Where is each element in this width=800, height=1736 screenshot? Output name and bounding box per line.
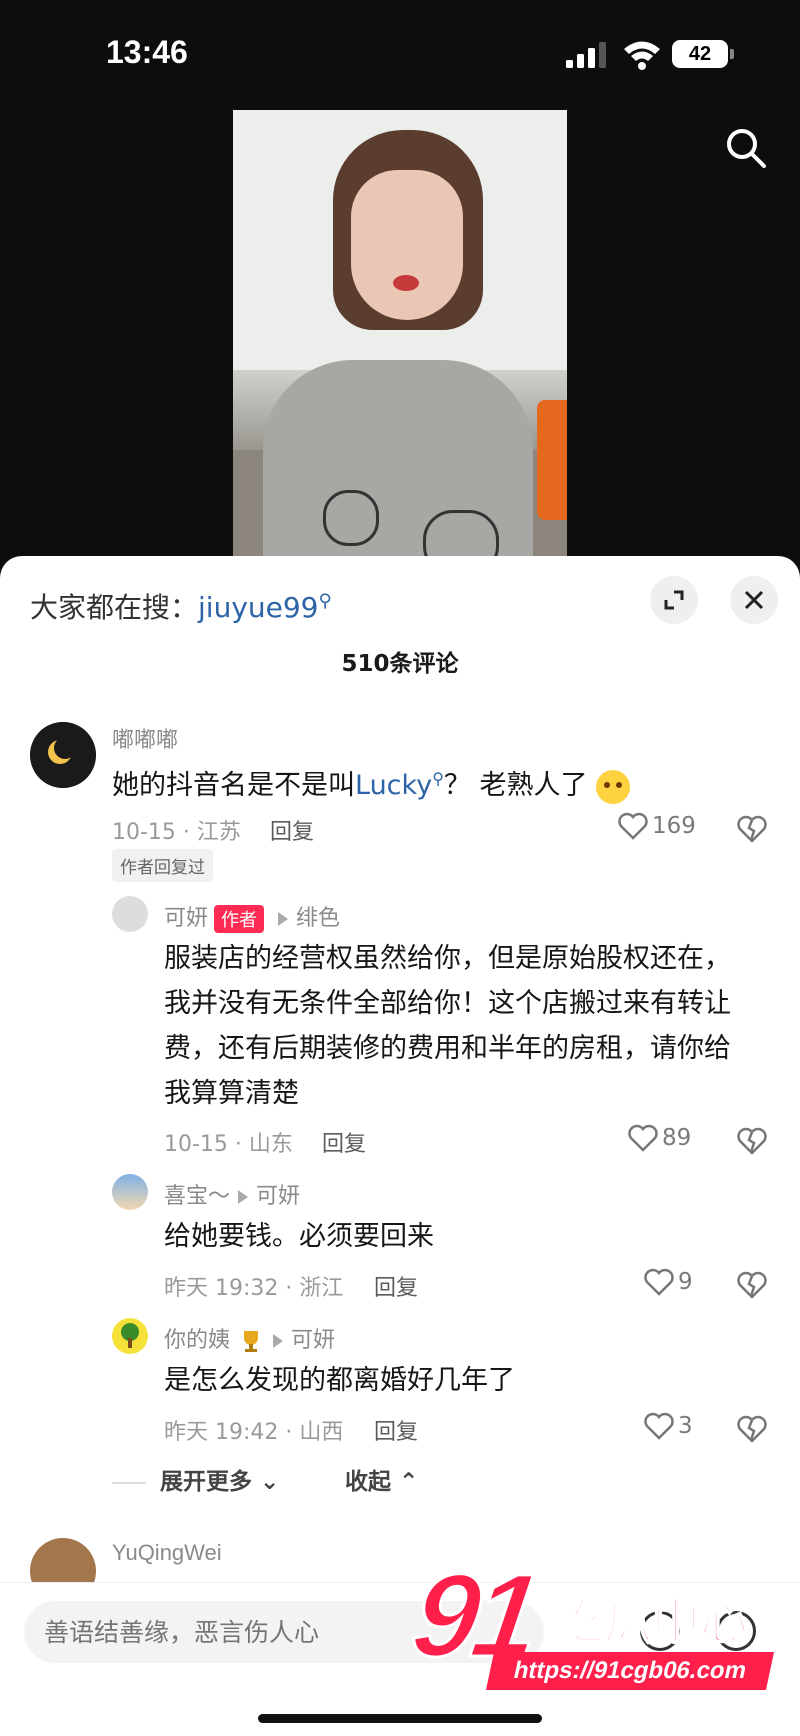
collapse-label: 收起 [345,1469,391,1495]
search-icon[interactable] [724,126,768,170]
like-button[interactable]: 3 [644,1412,693,1440]
reply-meta: 昨天 19:42 · 山西 [164,1420,344,1445]
reply-button[interactable]: 回复 [374,1414,418,1446]
avatar[interactable] [112,1174,148,1210]
comment-text-part: 她的抖音名是不是叫 [112,770,355,801]
author-badge: 作者 [214,905,265,933]
collapse-button[interactable]: 收起 ⌃ [345,1462,418,1496]
expand-icon [664,590,684,610]
broken-heart-icon[interactable] [737,1414,767,1444]
expand-button[interactable] [650,576,698,624]
comment-text: 她的抖音名是不是叫Lucky⚲？ 老熟人了 [112,756,631,808]
avatar[interactable] [112,896,148,932]
like-button[interactable]: 169 [618,812,696,840]
wifi-icon [624,41,660,70]
comment-username[interactable]: YuQingWei [112,1540,222,1566]
cellular-signal-icon [566,42,606,68]
reply-target-user[interactable]: 绯色 [296,906,340,931]
avatar[interactable] [112,1318,148,1354]
expand-more-button[interactable]: 展开更多 ⌄ [112,1462,279,1496]
avatar[interactable] [30,722,96,788]
divider [112,1481,146,1484]
heart-icon [644,1268,674,1296]
tree-avatar-icon [121,1323,139,1348]
battery-indicator: 42 [672,40,734,68]
trophy-icon [244,1331,259,1352]
heart-icon [628,1124,658,1152]
reply-text-line: 费，还有后期装修的费用和半年的房租，请你给 [164,1033,731,1064]
heart-icon [618,812,648,840]
reply-target-user[interactable]: 可妍 [256,1184,300,1209]
like-button[interactable]: 89 [628,1124,691,1152]
reply-username[interactable]: 喜宝～ [164,1184,230,1209]
video-person-lips [393,275,419,291]
home-indicator [258,1714,542,1723]
reply-username[interactable]: 可妍 [164,906,208,931]
comment-sheet: 大家都在搜：jiuyue99⚲ 510条评论 嘟嘟嘟 她的抖音名是不是叫Luck… [0,556,800,1735]
reply-text-line: 我并没有无条件全部给你！这个店搬过来有转让 [164,988,731,1019]
like-count: 3 [678,1413,693,1439]
chevron-down-icon: ⌄ [260,1469,280,1495]
reply-text: 给她要钱。必须要回来 [164,1221,434,1252]
expand-more-label: 展开更多 [160,1469,252,1495]
tearful-smile-emoji-icon [596,769,631,804]
reply-arrow-icon [273,1334,284,1348]
reply-username-line: 你的姨 可妍 [164,1322,335,1355]
like-count: 89 [662,1125,692,1151]
trending-search[interactable]: 大家都在搜：jiuyue99⚲ [30,586,332,626]
reply-arrow-icon [278,912,289,926]
heart-icon [644,1412,674,1440]
reply-arrow-icon [238,1190,249,1204]
comment-meta: 10-15 · 江苏 [112,820,241,845]
reply-username[interactable]: 你的姨 [164,1328,230,1353]
close-button[interactable] [730,576,778,624]
watermark-url: https://91cgb06.com [485,1652,775,1690]
status-bar: 13:46 42 [0,0,800,100]
reply-button[interactable]: 回复 [374,1270,418,1302]
author-replied-tag: 作者回复过 [112,849,213,882]
keyword-search-icon: ⚲ [432,769,444,788]
comment-count: 510条评论 [341,651,459,677]
video-cushion [537,400,567,520]
video-player[interactable] [233,110,567,560]
reply-button[interactable]: 回复 [270,814,314,846]
reply-button[interactable]: 回复 [322,1126,366,1158]
video-shirt-print [423,510,499,560]
trending-search-keyword[interactable]: jiuyue99 [198,591,318,624]
reply-meta: 昨天 19:32 · 浙江 [164,1276,344,1301]
comment-text-part: ？ 老熟人了 [443,770,588,801]
reply-meta: 10-15 · 山东 [164,1132,293,1157]
video-person-face [351,170,463,320]
broken-heart-icon[interactable] [737,1270,767,1300]
like-count: 169 [652,813,696,839]
keyword-search-icon: ⚲ [318,590,332,612]
reply-text: 是怎么发现的都离婚好几年了 [164,1365,515,1396]
reply-username-line: 可妍 作者 绯色 [164,900,340,933]
watermark-name: 吃瓜中心 [555,1593,749,1651]
reply-username-line: 喜宝～ 可妍 [164,1178,300,1210]
like-button[interactable]: 9 [644,1268,693,1296]
trending-search-prefix: 大家都在搜： [30,591,199,624]
video-shirt-print-2 [323,490,379,546]
reply-text: 服装店的经营权虽然给你，但是原始股权还在， 我并没有无条件全部给你！这个店搬过来… [164,936,731,1116]
close-icon [744,590,764,610]
comment-username[interactable]: 嘟嘟嘟 [112,722,178,754]
reply-target-user[interactable]: 可妍 [291,1328,335,1353]
like-count: 9 [678,1269,693,1295]
moon-avatar-icon [30,722,96,788]
comment-keyword-link[interactable]: Lucky [355,770,432,801]
chevron-up-icon: ⌃ [399,1469,419,1495]
reply-text-line: 我算算清楚 [164,1078,299,1109]
broken-heart-icon[interactable] [737,1126,767,1156]
reply-text-line: 服装店的经营权虽然给你，但是原始股权还在， [164,943,731,974]
broken-heart-icon[interactable] [737,814,767,844]
status-time: 13:46 [106,34,188,70]
